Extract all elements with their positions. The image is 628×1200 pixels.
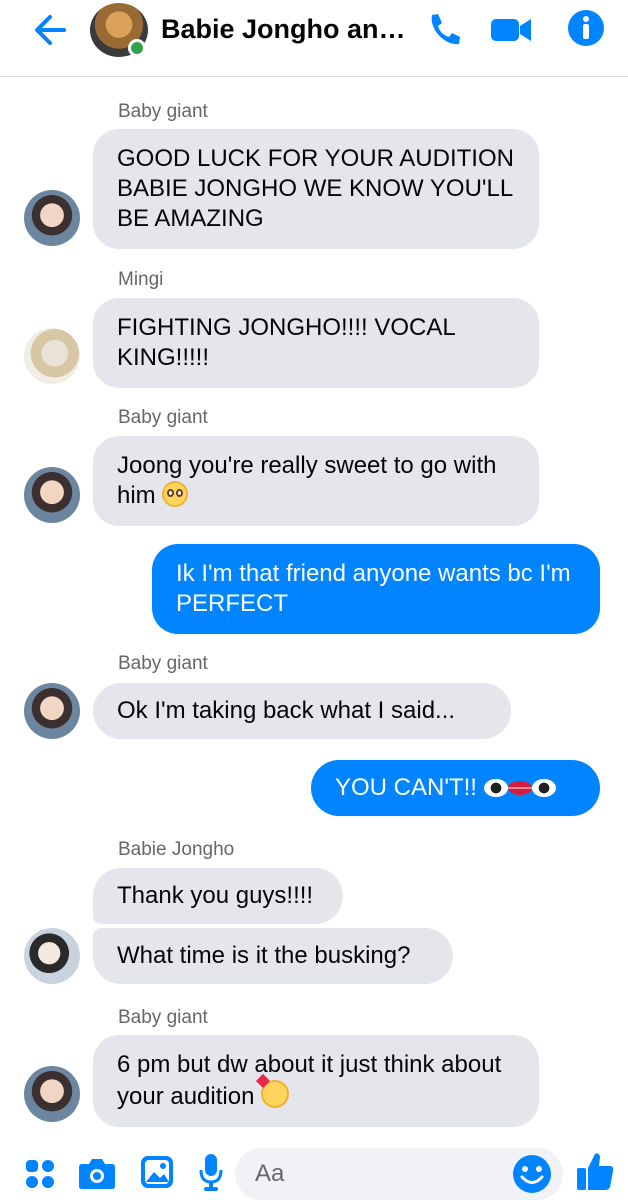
- avatar[interactable]: [24, 190, 80, 246]
- message-bubble-sent[interactable]: Ik I'm that friend anyone wants bc I'm P…: [152, 544, 600, 634]
- message-text: 6 pm but dw about it just think about yo…: [117, 1051, 502, 1110]
- phone-icon[interactable]: [424, 10, 464, 55]
- message-text: YOU CAN'T!!: [335, 774, 477, 801]
- back-arrow-icon[interactable]: [30, 12, 70, 48]
- conversation-header: Babie Jongho and ...: [0, 0, 628, 77]
- sender-name: Baby giant: [118, 101, 208, 122]
- avatar[interactable]: [24, 1066, 80, 1122]
- message-bubble[interactable]: Ok I'm taking back what I said...: [93, 683, 511, 739]
- message-bubble[interactable]: GOOD LUCK FOR YOUR AUDITION BABIE JONGHO…: [93, 129, 539, 249]
- sender-name: Mingi: [118, 269, 164, 290]
- composer-bar: Aa: [0, 1140, 628, 1200]
- camera-icon[interactable]: [78, 1156, 116, 1195]
- message-bubble[interactable]: Thank you guys!!!!: [93, 868, 343, 924]
- apps-icon[interactable]: [24, 1158, 56, 1195]
- smiling-face-with-hearts-emoji: [261, 1080, 290, 1108]
- conversation-title[interactable]: Babie Jongho and ...: [161, 14, 411, 45]
- sender-name: Babie Jongho: [118, 839, 235, 860]
- avatar[interactable]: [24, 467, 80, 523]
- message-bubble[interactable]: FIGHTING JONGHO!!!! VOCAL KING!!!!!: [93, 298, 539, 388]
- gallery-icon[interactable]: [139, 1154, 175, 1195]
- video-camera-icon[interactable]: [490, 13, 532, 52]
- sender-name: Baby giant: [118, 407, 208, 428]
- message-bubble-sent[interactable]: YOU CAN'T!!: [311, 760, 600, 816]
- message-bubble[interactable]: What time is it the busking?: [93, 928, 453, 984]
- pleading-face-emoji: [162, 481, 189, 507]
- sender-name: Baby giant: [118, 653, 208, 674]
- microphone-icon[interactable]: [199, 1152, 223, 1197]
- avatar[interactable]: [24, 928, 80, 984]
- eye-lips-eye-emoji: [483, 774, 556, 801]
- avatar[interactable]: [24, 683, 80, 739]
- like-icon[interactable]: [575, 1150, 615, 1197]
- info-icon[interactable]: [567, 9, 605, 52]
- message-bubble[interactable]: 6 pm but dw about it just think about yo…: [93, 1035, 539, 1127]
- online-status-dot: [128, 39, 146, 57]
- emoji-icon[interactable]: [512, 1154, 552, 1199]
- sender-name: Baby giant: [118, 1007, 208, 1028]
- avatar[interactable]: [24, 328, 80, 384]
- message-bubble[interactable]: Joong you're really sweet to go with him: [93, 436, 539, 526]
